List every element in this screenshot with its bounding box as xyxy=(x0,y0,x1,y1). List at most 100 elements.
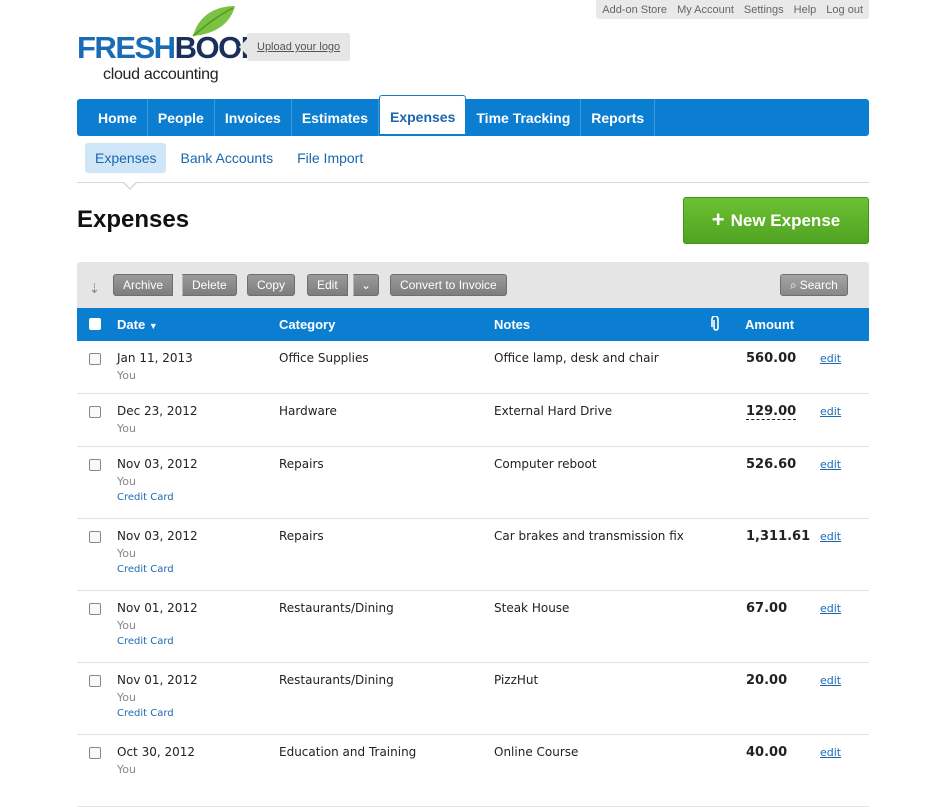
expense-notes: PizzHut xyxy=(494,673,539,687)
expense-date: Oct 30, 2012 You xyxy=(117,745,195,776)
expense-amount: 67.00 xyxy=(746,601,788,616)
table-row[interactable]: Jan 11, 2013 You Office Supplies Office lam… xyxy=(77,341,869,394)
expense-category: Education and Training xyxy=(279,745,417,759)
expense-account[interactable]: Credit Card xyxy=(117,564,198,575)
tab-home[interactable]: Home xyxy=(77,99,148,136)
edit-link[interactable]: edit xyxy=(820,530,841,543)
row-checkbox[interactable] xyxy=(89,531,101,543)
select-all-checkbox[interactable] xyxy=(89,318,101,333)
sub-nav: Expenses Bank Accounts File Import xyxy=(85,143,373,173)
expense-date: Jan 11, 2013 You xyxy=(117,351,193,382)
expense-date: Dec 23, 2012 You xyxy=(117,404,197,435)
log-out-link[interactable]: Log out xyxy=(826,4,863,16)
expense-category: Hardware xyxy=(279,404,337,418)
expense-date: Nov 01, 2012 You Credit Card xyxy=(117,673,198,719)
expense-owner: You xyxy=(117,369,136,382)
logo-tagline: cloud accounting xyxy=(103,66,219,83)
edit-link[interactable]: edit xyxy=(820,405,841,418)
expense-account[interactable]: Credit Card xyxy=(117,636,198,647)
tab-invoices[interactable]: Invoices xyxy=(215,99,292,136)
date-text: Nov 01, 2012 xyxy=(117,673,198,687)
table-header: Date ▼ Category Notes Amount xyxy=(77,308,869,341)
table-row[interactable]: Nov 01, 2012 You Credit Card Restaurants/Di… xyxy=(77,591,869,663)
delete-button[interactable]: Delete xyxy=(182,274,237,296)
new-expense-label: New Expense xyxy=(730,210,841,230)
expense-account[interactable]: Credit Card xyxy=(117,492,198,503)
search-label: Search xyxy=(799,278,838,292)
search-button[interactable]: ⌕ Search xyxy=(780,274,848,296)
subtab-file-import[interactable]: File Import xyxy=(287,143,373,173)
date-text: Dec 23, 2012 xyxy=(117,404,198,418)
expense-notes: Online Course xyxy=(494,745,579,759)
subnav-pointer xyxy=(122,181,138,190)
expense-date: Nov 03, 2012 You Credit Card xyxy=(117,529,198,575)
convert-to-invoice-button[interactable]: Convert to Invoice xyxy=(390,274,507,296)
column-category[interactable]: Category xyxy=(279,317,335,332)
help-link[interactable]: Help xyxy=(794,4,817,16)
date-text: Nov 01, 2012 xyxy=(117,601,198,615)
top-links: Add-on Store My Account Settings Help Lo… xyxy=(596,0,869,19)
upload-logo-callout: Upload your logo xyxy=(238,33,351,61)
tab-time-tracking[interactable]: Time Tracking xyxy=(466,99,582,136)
column-date[interactable]: Date ▼ xyxy=(117,317,158,332)
expense-amount: 1,311.61 xyxy=(746,529,811,544)
chevron-down-icon: ⌄ xyxy=(361,278,372,292)
edit-link[interactable]: edit xyxy=(820,458,841,471)
expense-notes: Steak House xyxy=(494,601,570,615)
row-checkbox[interactable] xyxy=(89,747,101,759)
table-row[interactable]: Nov 03, 2012 You Credit Card Repairs Compute… xyxy=(77,447,869,519)
edit-link[interactable]: edit xyxy=(820,674,841,687)
expense-date: Nov 03, 2012 You Credit Card xyxy=(117,457,198,503)
expense-category: Repairs xyxy=(279,457,324,471)
upload-logo-link[interactable]: Upload your logo xyxy=(257,41,340,53)
row-checkbox[interactable] xyxy=(89,459,101,471)
tab-expenses[interactable]: Expenses xyxy=(379,95,467,134)
edit-link[interactable]: edit xyxy=(820,602,841,615)
my-account-link[interactable]: My Account xyxy=(677,4,734,16)
copy-button[interactable]: Copy xyxy=(247,274,296,296)
archive-button[interactable]: Archive xyxy=(113,274,174,296)
expense-account[interactable]: Credit Card xyxy=(117,708,198,719)
expense-amount: 20.00 xyxy=(746,673,788,688)
edit-link[interactable]: edit xyxy=(820,352,841,365)
row-checkbox[interactable] xyxy=(89,675,101,687)
expense-amount: 560.00 xyxy=(746,351,797,366)
tab-estimates[interactable]: Estimates xyxy=(292,99,379,136)
edit-dropdown-button[interactable]: ⌄ xyxy=(353,274,380,296)
expense-date: Nov 01, 2012 You Credit Card xyxy=(117,601,198,647)
row-checkbox[interactable] xyxy=(89,353,101,365)
freshbooks-logo[interactable]: FRESHBOOKS cloud accounting xyxy=(77,4,282,84)
add-on-store-link[interactable]: Add-on Store xyxy=(602,4,667,16)
tab-people[interactable]: People xyxy=(148,99,215,136)
edit-button[interactable]: Edit xyxy=(307,274,348,296)
move-down-icon[interactable]: ⇣ xyxy=(89,281,100,297)
attachment-icon xyxy=(711,315,721,335)
row-checkbox[interactable] xyxy=(89,603,101,615)
expense-category: Restaurants/Dining xyxy=(279,601,394,615)
expense-notes: Car brakes and transmission fix xyxy=(494,529,684,543)
sort-desc-icon: ▼ xyxy=(148,321,158,331)
subtab-expenses[interactable]: Expenses xyxy=(85,143,167,173)
tab-reports[interactable]: Reports xyxy=(581,99,656,136)
expense-category: Restaurants/Dining xyxy=(279,673,394,687)
expense-amount: 526.60 xyxy=(746,457,797,472)
expense-notes: External Hard Drive xyxy=(494,404,613,418)
table-row[interactable]: Oct 30, 2012 You Education and Training Onl… xyxy=(77,735,869,807)
expense-amount: 40.00 xyxy=(746,745,788,760)
column-notes[interactable]: Notes xyxy=(494,317,530,332)
table-row[interactable]: Nov 01, 2012 You Credit Card Restaurants/Di… xyxy=(77,663,869,735)
expense-owner: You xyxy=(117,619,136,632)
table-row[interactable]: Nov 03, 2012 You Credit Card Repairs Car bra… xyxy=(77,519,869,591)
expense-owner: You xyxy=(117,547,136,560)
new-expense-button[interactable]: + New Expense xyxy=(683,197,869,244)
table-row[interactable]: Dec 23, 2012 You Hardware External Hard Dri… xyxy=(77,394,869,447)
expense-owner: You xyxy=(117,422,136,435)
expense-owner: You xyxy=(117,691,136,704)
row-checkbox[interactable] xyxy=(89,406,101,418)
subtab-bank-accounts[interactable]: Bank Accounts xyxy=(170,143,283,173)
settings-link[interactable]: Settings xyxy=(744,4,784,16)
edit-link[interactable]: edit xyxy=(820,746,841,759)
expense-notes: Office lamp, desk and chair xyxy=(494,351,659,365)
column-amount[interactable]: Amount xyxy=(745,317,794,332)
date-text: Nov 03, 2012 xyxy=(117,457,198,471)
